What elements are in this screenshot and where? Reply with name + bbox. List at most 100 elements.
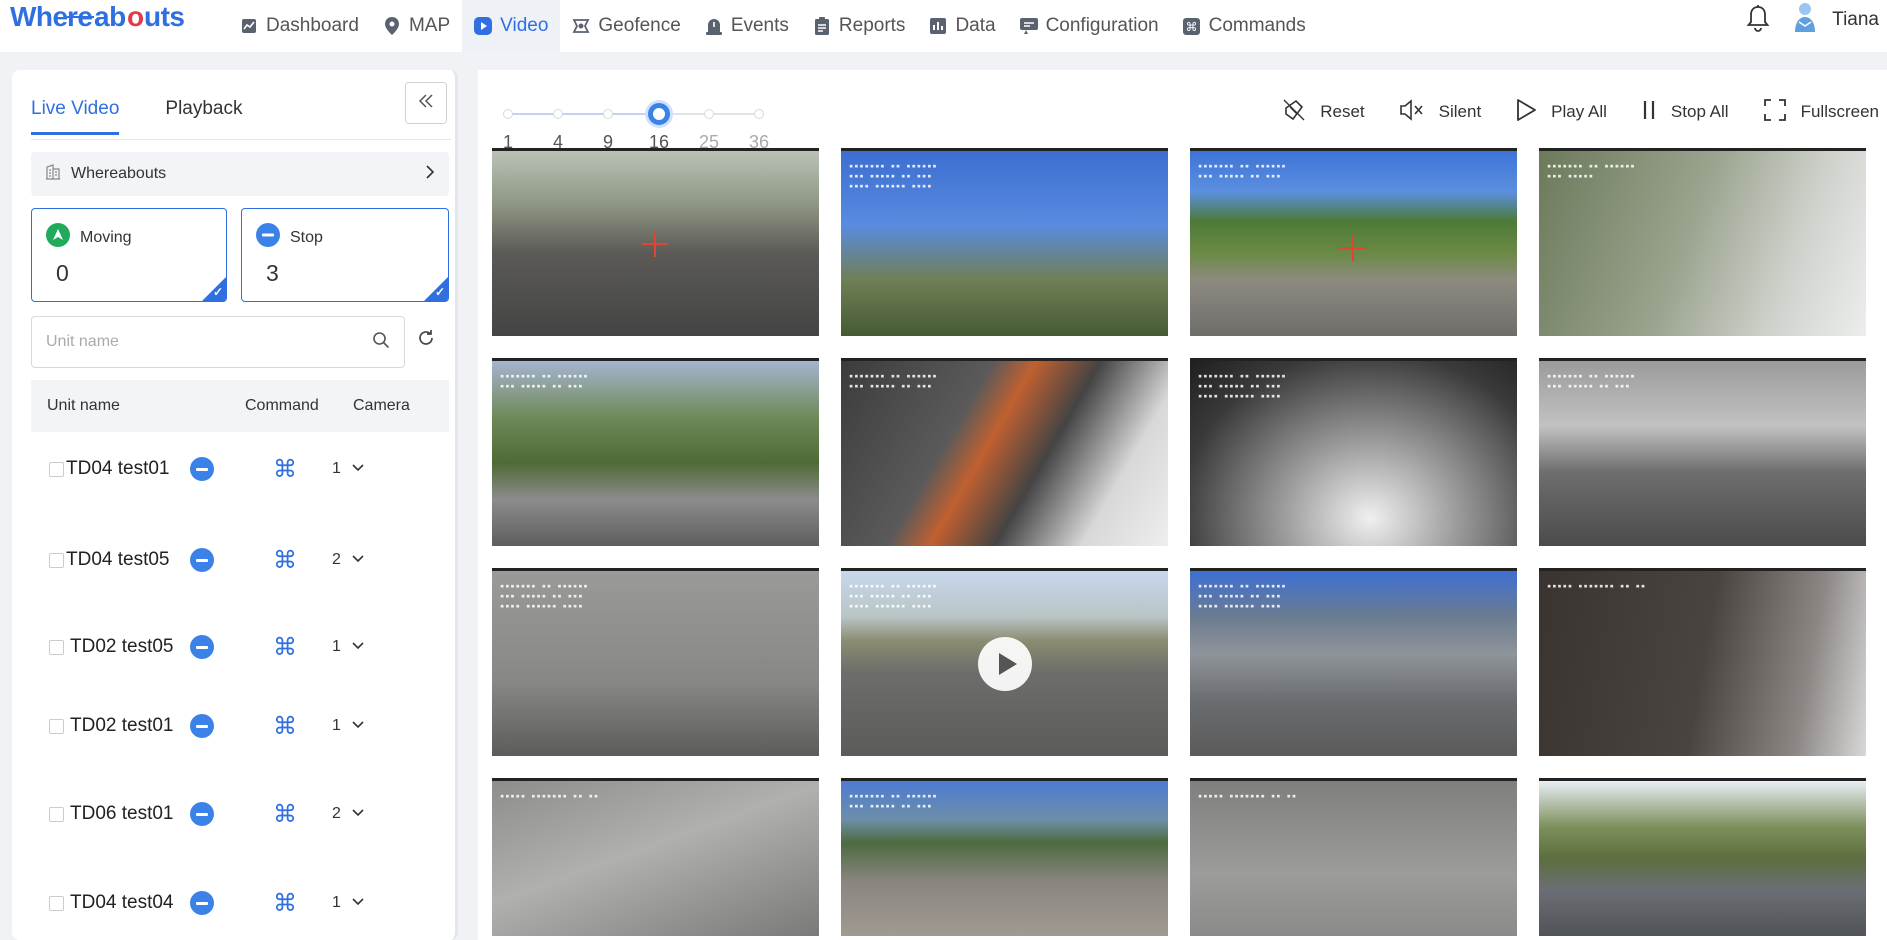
svg-text:uts: uts (144, 1, 185, 32)
slider-tick[interactable] (754, 109, 764, 119)
tab-playback[interactable]: Playback (165, 98, 242, 135)
play-all-label: Play All (1551, 102, 1607, 121)
unit-row[interactable]: TD04 test01 ⌘ 1 (31, 449, 449, 489)
unit-checkbox[interactable] (49, 552, 64, 568)
organization-selector[interactable]: Whereabouts (31, 152, 449, 196)
video-tile[interactable]: ▪▪▪▪▪▪▪ ▪▪ ▪▪▪▪▪▪ ▪▪▪ ▪▪▪▪▪ ▪▪ ▪▪▪ (1190, 148, 1517, 336)
silent-button[interactable]: Silent (1399, 98, 1482, 127)
video-tile[interactable]: ▪▪▪▪▪ ▪▪▪▪▪▪▪ ▪▪ ▪▪ (1539, 568, 1866, 756)
slider-tick[interactable] (603, 109, 613, 119)
user-name: Tiana (1832, 9, 1879, 30)
app-logo[interactable]: Whe re ab o uts (10, 0, 206, 48)
command-icon[interactable]: ⌘ (260, 712, 310, 741)
camera-selector[interactable]: 1 (332, 717, 365, 735)
check-icon: ✓ (434, 285, 445, 299)
nav-map[interactable]: MAP (371, 0, 462, 52)
slider-track-fill (508, 113, 659, 115)
video-tile[interactable]: ▪▪▪▪▪▪▪ ▪▪ ▪▪▪▪▪▪ ▪▪▪ ▪▪▪▪▪ ▪▪ ▪▪▪ ▪▪▪▪ ▪▪… (841, 568, 1168, 756)
slider-knob[interactable] (648, 103, 670, 125)
slider-tick[interactable] (704, 109, 714, 119)
command-icon[interactable]: ⌘ (260, 455, 310, 484)
camera-selector[interactable]: 2 (332, 551, 365, 569)
command-icon: ⌘ (1183, 17, 1201, 35)
moving-filter-card[interactable]: Moving 0 ✓ (31, 208, 227, 302)
search-icon[interactable] (372, 331, 390, 354)
video-tile[interactable] (492, 148, 819, 336)
nav-video[interactable]: Video (462, 0, 561, 52)
video-tile[interactable]: ▪▪▪▪▪▪▪ ▪▪ ▪▪▪▪▪▪ ▪▪▪ ▪▪▪▪▪ ▪▪ ▪▪▪ ▪▪▪▪ ▪▪… (1190, 358, 1517, 546)
chevron-down-icon (351, 551, 365, 569)
check-icon: ✓ (212, 285, 223, 299)
refresh-icon[interactable] (416, 328, 436, 353)
reset-button[interactable]: Reset (1282, 98, 1365, 127)
nav-label: Reports (838, 15, 906, 36)
nav-geofence[interactable]: Geofence (560, 0, 692, 52)
top-navigation: Whe re ab o uts Dashboard MAP Video Geof… (0, 0, 1887, 52)
collapse-panel-button[interactable] (405, 82, 447, 124)
unit-row[interactable]: TD02 test05 ⌘ 1 (31, 627, 449, 667)
camera-selector[interactable]: 1 (332, 460, 365, 478)
video-tile[interactable]: ▪▪▪▪▪▪▪ ▪▪ ▪▪▪▪▪▪ ▪▪▪ ▪▪▪▪▪ ▪▪ ▪▪▪ (1539, 358, 1866, 546)
unit-row[interactable]: TD02 test01 ⌘ 1 (31, 706, 449, 746)
nav-label: Data (955, 15, 996, 36)
bell-icon[interactable] (1746, 4, 1770, 37)
user-menu[interactable]: Tiana (1790, 0, 1879, 40)
unit-row[interactable]: TD04 test05 ⌘ 2 (31, 540, 449, 580)
video-tile[interactable]: ▪▪▪▪▪▪▪ ▪▪ ▪▪▪▪▪▪ ▪▪▪ ▪▪▪▪▪ ▪▪ ▪▪▪ (841, 358, 1168, 546)
video-tile[interactable]: ▪▪▪▪▪▪▪ ▪▪ ▪▪▪▪▪▪ ▪▪▪ ▪▪▪▪▪ (1539, 148, 1866, 336)
nav-label: Events (730, 15, 789, 36)
play-all-button[interactable]: Play All (1515, 98, 1607, 127)
video-tile[interactable]: ▪▪▪▪▪▪▪ ▪▪ ▪▪▪▪▪▪ ▪▪▪ ▪▪▪▪▪ ▪▪ ▪▪▪ (841, 778, 1168, 936)
video-tile[interactable]: ▪▪▪▪▪ ▪▪▪▪▪▪▪ ▪▪ ▪▪ (1190, 778, 1517, 936)
nav-right: Tiana (1746, 0, 1887, 40)
unit-row[interactable]: TD04 test04 ⌘ 1 (31, 883, 449, 923)
unit-checkbox[interactable] (49, 718, 64, 734)
chevron-down-icon (351, 460, 365, 478)
camera-selector[interactable]: 2 (332, 805, 365, 823)
nav-commands[interactable]: ⌘ Commands (1171, 0, 1318, 52)
camera-selector[interactable]: 1 (332, 894, 365, 912)
camera-selector[interactable]: 1 (332, 638, 365, 656)
video-tile[interactable]: ▪▪▪▪▪▪▪ ▪▪ ▪▪▪▪▪▪ ▪▪▪ ▪▪▪▪▪ ▪▪ ▪▪▪ (492, 358, 819, 546)
silent-label: Silent (1438, 102, 1482, 121)
command-icon[interactable]: ⌘ (260, 800, 310, 829)
stop-status-icon (190, 891, 214, 915)
video-area: 1 4 9 16 25 36 Reset Silent Play All Sto… (478, 70, 1887, 940)
command-icon[interactable]: ⌘ (260, 633, 310, 662)
slider-tick[interactable] (553, 109, 563, 119)
slider-tick[interactable] (503, 109, 513, 119)
video-tile[interactable]: ▪▪▪▪▪▪▪ ▪▪ ▪▪▪▪▪▪ ▪▪▪ ▪▪▪▪▪ ▪▪ ▪▪▪ ▪▪▪▪ ▪▪… (841, 148, 1168, 336)
bar-chart-icon (929, 17, 947, 35)
video-tile[interactable]: ▪▪▪▪▪ ▪▪▪▪▪▪▪ ▪▪ ▪▪ (492, 778, 819, 936)
command-icon[interactable]: ⌘ (260, 889, 310, 918)
unit-checkbox[interactable] (49, 806, 64, 822)
stop-all-button[interactable]: Stop All (1641, 99, 1729, 126)
moving-count: 0 (56, 260, 69, 286)
video-tile[interactable]: ▪▪▪▪▪▪▪ ▪▪ ▪▪▪▪▪▪ ▪▪▪ ▪▪▪▪▪ ▪▪ ▪▪▪ ▪▪▪▪ ▪▪… (1190, 568, 1517, 756)
video-tile[interactable] (1539, 778, 1866, 936)
nav-events[interactable]: Events (693, 0, 801, 52)
unit-row[interactable]: TD06 test01 ⌘ 2 (31, 794, 449, 834)
crosshair-icon (642, 231, 668, 257)
video-overlay-text: ▪▪▪▪▪ ▪▪▪▪▪▪▪ ▪▪ ▪▪ (500, 792, 600, 800)
command-icon[interactable]: ⌘ (260, 546, 310, 575)
nav-configuration[interactable]: Configuration (1008, 0, 1171, 52)
play-icon[interactable] (978, 637, 1032, 691)
video-toolbar: Reset Silent Play All Stop All Fullscree… (1282, 92, 1887, 132)
reset-icon (1282, 98, 1306, 127)
nav-dashboard[interactable]: Dashboard (228, 0, 371, 52)
tab-live-video[interactable]: Live Video (31, 98, 120, 135)
unit-checkbox[interactable] (49, 895, 64, 911)
unit-search-input[interactable] (46, 333, 372, 351)
video-tile[interactable]: ▪▪▪▪▪▪▪ ▪▪ ▪▪▪▪▪▪ ▪▪▪ ▪▪▪▪▪ ▪▪ ▪▪▪ ▪▪▪▪ ▪▪… (492, 568, 819, 756)
layout-slider[interactable]: 1 4 9 16 25 36 (503, 92, 769, 152)
play-circle-icon (474, 17, 493, 35)
fullscreen-button[interactable]: Fullscreen (1763, 98, 1879, 127)
nav-data[interactable]: Data (917, 0, 1007, 52)
nav-label: Video (500, 15, 549, 36)
unit-checkbox[interactable] (49, 639, 64, 655)
unit-checkbox[interactable] (49, 461, 64, 477)
nav-reports[interactable]: Reports (801, 0, 918, 52)
stop-filter-card[interactable]: Stop 3 ✓ (241, 208, 449, 302)
config-icon (1019, 17, 1038, 35)
